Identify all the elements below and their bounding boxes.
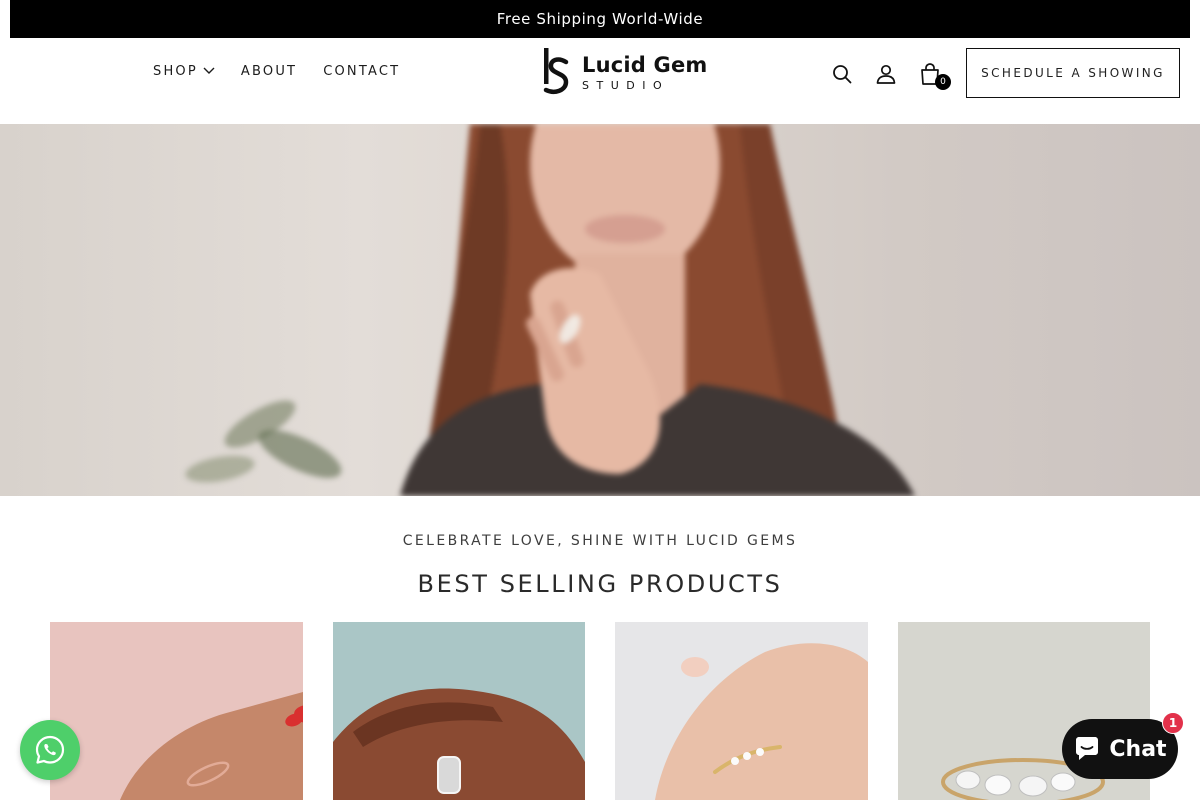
nav-shop-label: SHOP <box>153 64 198 79</box>
main-nav: SHOP ABOUT CONTACT <box>153 64 400 79</box>
chat-notification-badge: 1 <box>1162 712 1184 734</box>
chat-button[interactable]: Chat <box>1062 719 1178 779</box>
product-image <box>615 622 868 800</box>
nav-about[interactable]: ABOUT <box>241 64 297 79</box>
announcement-bar: Free Shipping World-Wide <box>10 0 1190 38</box>
account-icon[interactable] <box>874 62 898 86</box>
nav-contact[interactable]: CONTACT <box>323 64 400 79</box>
chat-bubble-icon <box>1076 737 1099 760</box>
search-icon[interactable] <box>830 62 854 86</box>
hero-image <box>185 124 915 496</box>
product-card[interactable] <box>333 622 585 800</box>
logo-title: Lucid Gem <box>582 53 708 77</box>
product-card[interactable] <box>615 622 868 800</box>
product-image <box>333 622 585 800</box>
header-icons: 0 <box>830 62 951 90</box>
cart-count-badge: 0 <box>935 74 951 90</box>
chat-label: Chat <box>1109 736 1167 762</box>
site-logo[interactable]: Lucid Gem STUDIO <box>542 48 707 98</box>
section-eyebrow: CELEBRATE LOVE, SHINE WITH LUCID GEMS <box>402 533 798 549</box>
schedule-showing-button[interactable]: SCHEDULE A SHOWING <box>966 48 1180 98</box>
cart-icon[interactable]: 0 <box>918 62 951 90</box>
whatsapp-icon <box>35 735 65 764</box>
logo-subtitle: STUDIO <box>582 79 670 92</box>
nav-contact-label: CONTACT <box>323 64 401 79</box>
nav-shop[interactable]: SHOP <box>153 64 215 79</box>
announcement-text: Free Shipping World-Wide <box>496 10 704 28</box>
nav-about-label: ABOUT <box>240 64 298 79</box>
product-card[interactable] <box>50 622 303 800</box>
hero-banner <box>0 124 1200 496</box>
chevron-down-icon <box>203 64 215 79</box>
section-title: BEST SELLING PRODUCTS <box>417 570 783 598</box>
whatsapp-button[interactable] <box>20 720 80 780</box>
site-header: SHOP ABOUT CONTACT Lucid Gem STUDIO 0 SC… <box>0 38 1200 124</box>
logo-mark-icon <box>543 48 569 94</box>
product-image <box>50 622 303 800</box>
